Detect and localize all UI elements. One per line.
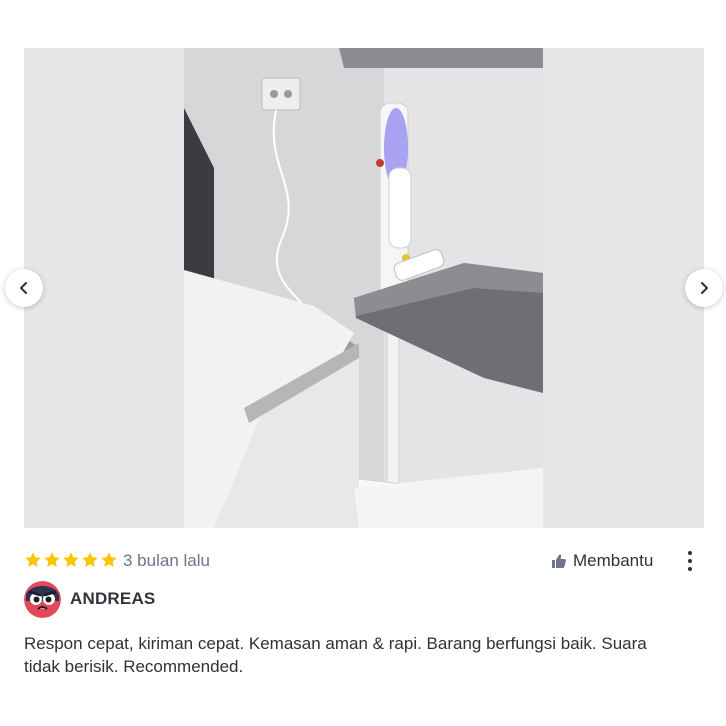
more-vertical-icon <box>688 551 692 555</box>
review-text: Respon cepat, kiriman cepat. Kemasan ama… <box>24 634 647 676</box>
star-icon <box>82 552 98 567</box>
carousel-next-button[interactable] <box>685 269 723 307</box>
helpful-button[interactable]: Membantu <box>551 549 653 573</box>
star-icon <box>25 552 41 567</box>
avatar-icon[interactable] <box>24 580 61 618</box>
more-options-button[interactable] <box>680 549 700 573</box>
star-icon <box>63 552 79 567</box>
more-vertical-icon-dot <box>688 567 692 571</box>
carousel-prev-button[interactable] <box>5 269 43 307</box>
reviewer: ANDREAS <box>24 580 155 618</box>
rating-stars <box>24 551 118 571</box>
review-image-carousel <box>24 48 704 528</box>
chevron-right-icon <box>701 282 708 294</box>
star-icon <box>44 552 60 567</box>
review-meta-row: 3 bulan lalu Membantu <box>24 549 704 573</box>
review-photo[interactable] <box>184 48 543 528</box>
reviewer-name: ANDREAS <box>70 589 156 608</box>
thumbs-up-icon <box>552 554 566 568</box>
chevron-left-icon <box>20 282 27 294</box>
review-card: 3 bulan lalu Membantu ANDREAS Respon cep… <box>0 0 726 726</box>
star-icon <box>101 552 117 567</box>
helpful-label: Membantu <box>573 551 654 570</box>
more-vertical-icon-dot <box>688 559 692 563</box>
review-time: 3 bulan lalu <box>123 551 210 570</box>
